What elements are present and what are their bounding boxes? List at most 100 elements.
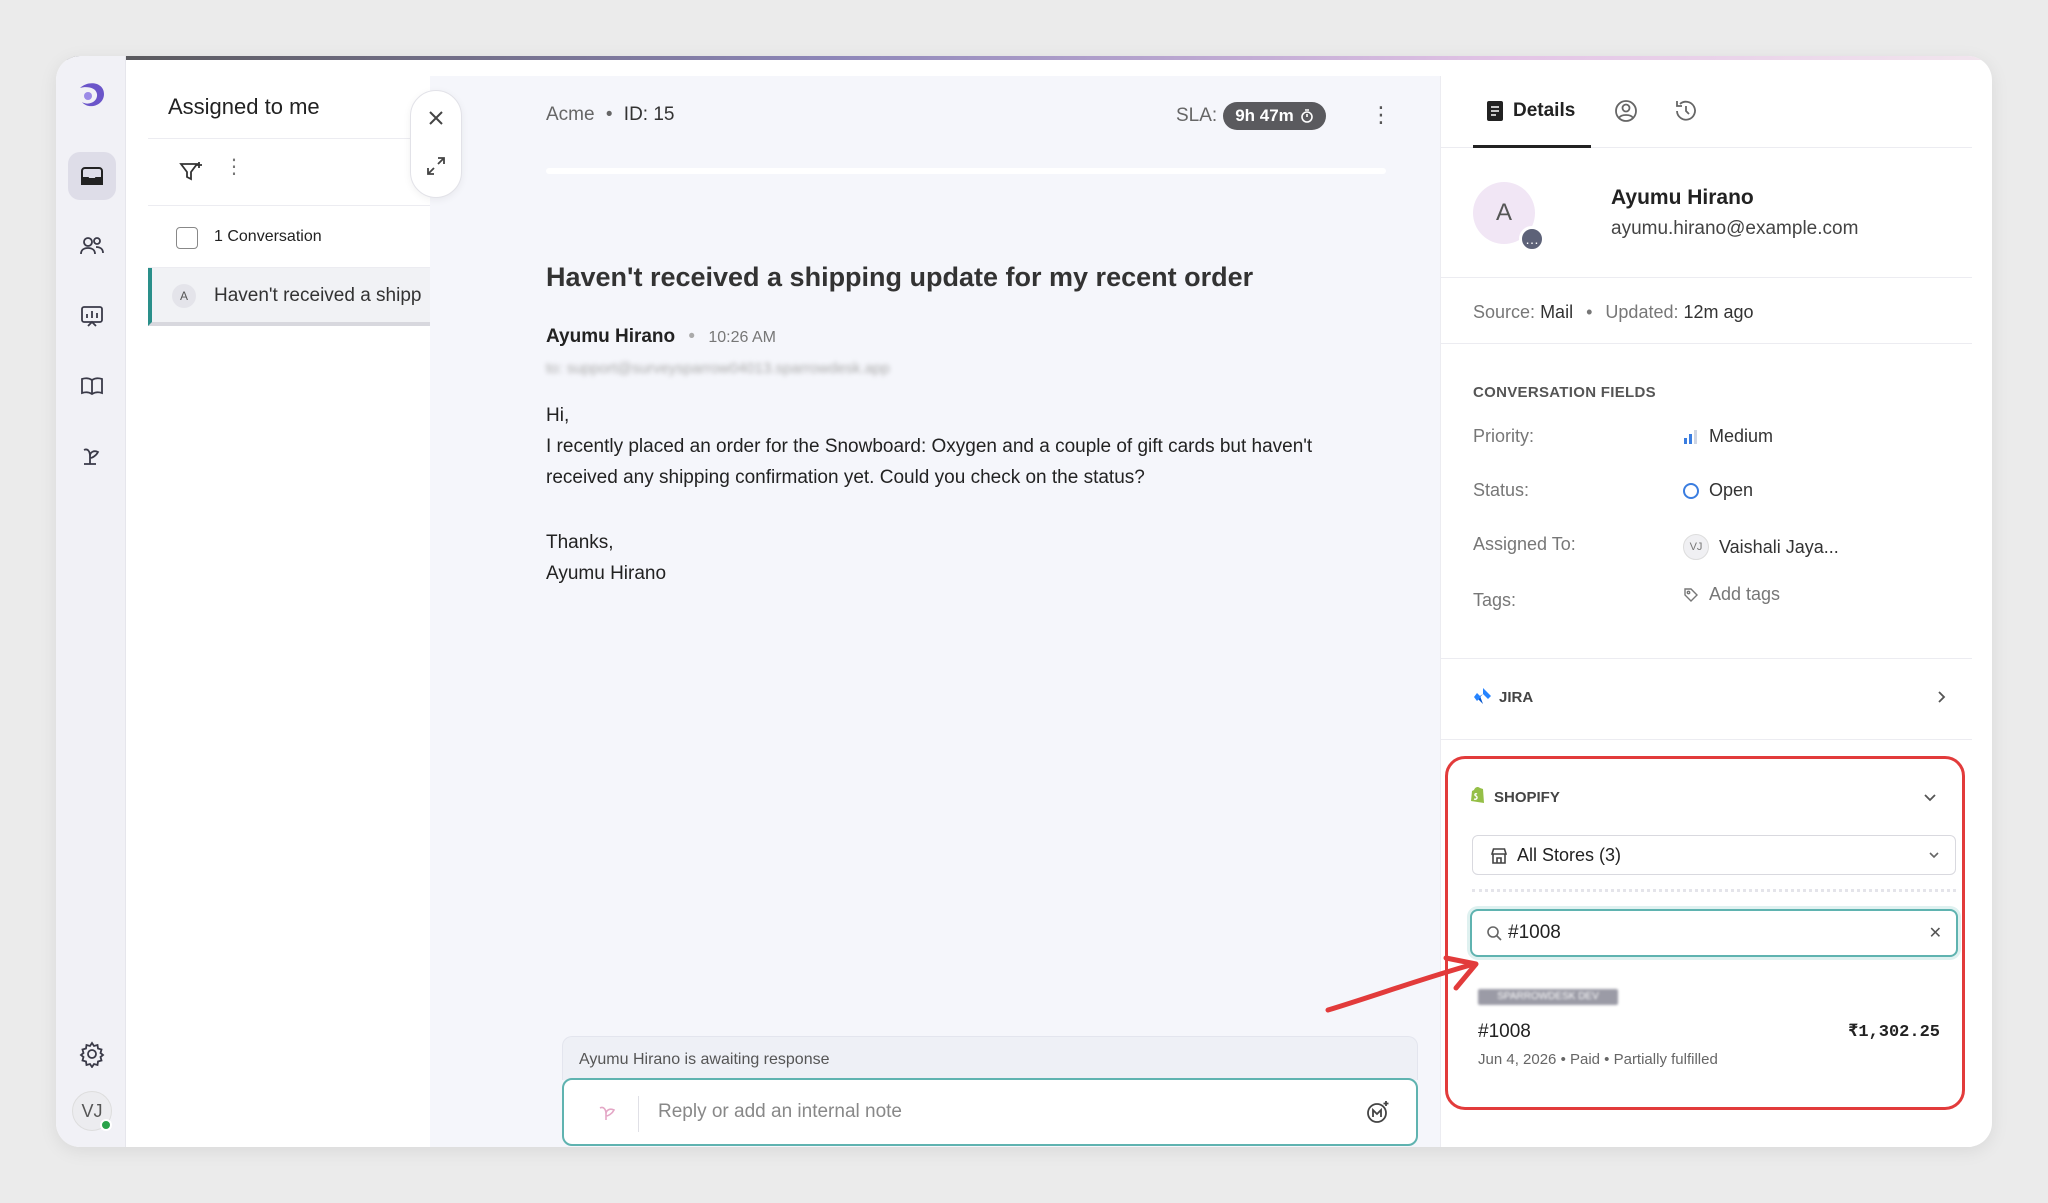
order-id[interactable]: #1008 — [1478, 1021, 1531, 1043]
list-toolbar: ⋮ — [148, 138, 443, 206]
app-window: VJ Assigned to me ⋮ 1 Conversation A Hav… — [56, 56, 1992, 1147]
contact-name[interactable]: Ayumu Hirano — [1611, 186, 1754, 210]
details-icon — [1487, 100, 1503, 121]
message-signature: Ayumu Hirano — [546, 563, 667, 584]
top-gradient-bar — [56, 56, 1992, 60]
message-body: Hi, I recently placed an order for the S… — [546, 400, 1376, 589]
select-all-checkbox[interactable] — [176, 227, 198, 249]
status-label: Status: — [1473, 480, 1530, 500]
priority-medium-icon — [1684, 429, 1697, 444]
conversation-id: ID: 15 — [623, 104, 675, 125]
composer-divider — [638, 1096, 639, 1132]
store-select[interactable]: All Stores (3) — [1472, 835, 1956, 875]
sparrow-ai-icon[interactable] — [596, 1102, 618, 1124]
shopify-logo-icon — [1471, 786, 1484, 803]
rail-settings-button[interactable] — [68, 1030, 116, 1078]
timer-icon — [1300, 109, 1313, 123]
jira-logo-icon — [1474, 688, 1491, 704]
order-search-input[interactable] — [1508, 911, 1908, 955]
sla-indicator: SLA: 9h 47m — [1176, 102, 1326, 130]
expand-icon[interactable] — [425, 155, 447, 177]
breadcrumb: Acme • ID: 15 — [546, 104, 675, 125]
message-author-line: Ayumu Hirano • 10:26 AM — [546, 326, 776, 347]
gear-icon — [79, 1041, 105, 1068]
reply-composer[interactable] — [562, 1078, 1418, 1146]
contact-email[interactable]: ayumu.hirano@example.com — [1611, 218, 1858, 240]
jira-integration-row[interactable]: JIRA — [1441, 658, 1972, 740]
ai-compose-icon[interactable] — [1364, 1098, 1392, 1126]
assignee-avatar: VJ — [1683, 534, 1709, 560]
message-spacer — [546, 493, 1376, 527]
close-icon[interactable] — [425, 107, 447, 129]
updated-value: 12m ago — [1683, 302, 1754, 322]
assignee-select[interactable]: VJ Vaishali Jaya... — [1683, 534, 1839, 560]
select-chevron-icon — [1929, 852, 1939, 859]
status-open-icon — [1683, 482, 1699, 499]
assigned-label: Assigned To: — [1473, 534, 1576, 554]
header-divider — [546, 168, 1386, 174]
message-time: 10:26 AM — [708, 329, 776, 346]
list-title: Assigned to me — [168, 94, 320, 119]
priority-value: Medium — [1709, 426, 1774, 446]
priority-select[interactable]: Medium — [1683, 426, 1773, 447]
contact-channel-icon: … — [1519, 226, 1545, 252]
message-recipient: to: support@surveysparrow04013.sparrowde… — [546, 360, 890, 377]
tags-label: Tags: — [1473, 590, 1517, 610]
store-icon — [1490, 848, 1508, 864]
clear-search-icon[interactable]: ✕ — [1929, 923, 1942, 943]
details-panel: Details A … Ayumu Hirano ayumu.hirano@ex… — [1440, 76, 1972, 1147]
reports-icon — [81, 306, 103, 327]
jira-label: JIRA — [1499, 689, 1534, 706]
list-item[interactable]: A Haven't received a shipp — [148, 268, 443, 326]
assigned-field: Assigned To: VJ Vaishali Jaya... — [1473, 530, 1953, 560]
message-greeting: Hi, — [546, 405, 570, 426]
tab-details[interactable]: Details — [1473, 76, 1591, 148]
panel-controls — [410, 90, 462, 198]
chevron-down-icon[interactable] — [1920, 787, 1940, 807]
contact-profile-icon[interactable] — [1613, 98, 1639, 124]
tab-details-label: Details — [1513, 99, 1576, 121]
order-meta: Jun 4, 2026 • Paid • Partially fulfilled — [1478, 1051, 1718, 1068]
online-status-dot — [100, 1119, 112, 1131]
contact-card: A … Ayumu Hirano ayumu.hirano@example.co… — [1441, 148, 1972, 278]
rail-ai-agent-button[interactable] — [68, 432, 116, 480]
priority-field: Priority: Medium — [1473, 422, 1953, 452]
sla-label: SLA: — [1176, 105, 1218, 126]
conversation-header: Acme • ID: 15 SLA: 9h 47m ⋮ — [546, 96, 1392, 136]
knowledge-base-icon — [81, 377, 103, 396]
status-value: Open — [1709, 480, 1754, 500]
store-select-value: All Stores (3) — [1517, 844, 1622, 865]
search-icon — [1487, 926, 1502, 941]
list-more-icon[interactable]: ⋮ — [224, 157, 244, 177]
status-select[interactable]: Open — [1683, 480, 1753, 501]
conversation-avatar: A — [172, 284, 196, 308]
app-logo-icon[interactable] — [74, 78, 110, 114]
conversation-subject-title: Haven't received a shipping update for m… — [546, 262, 1254, 292]
rail-reports-button[interactable] — [68, 292, 116, 340]
conversation-meta: Source: Mail • Updated: 12m ago — [1441, 278, 1972, 344]
filter-add-icon[interactable] — [178, 159, 204, 185]
conversation-fields-title: CONVERSATION FIELDS — [1473, 384, 1656, 401]
chevron-right-icon — [1938, 691, 1946, 703]
source-value: Mail — [1540, 302, 1574, 322]
add-tags-button[interactable]: Add tags — [1683, 584, 1780, 605]
reply-input[interactable] — [658, 1080, 1338, 1144]
conversation-more-icon[interactable]: ⋮ — [1370, 102, 1392, 128]
conversation-subject: Haven't received a shipp — [214, 285, 422, 306]
updated-label: Updated: — [1605, 302, 1679, 322]
message-paragraph: I recently placed an order for the Snowb… — [546, 436, 1313, 488]
conversation-list-panel: Assigned to me ⋮ 1 Conversation A Haven'… — [148, 76, 444, 1147]
conversation-count: 1 Conversation — [214, 228, 322, 245]
message-signoff: Thanks, — [546, 532, 614, 553]
rail-contacts-button[interactable] — [68, 222, 116, 270]
order-search-field[interactable]: ✕ — [1470, 909, 1958, 957]
ai-agent-icon — [83, 448, 100, 465]
history-icon[interactable] — [1673, 98, 1699, 124]
tag-icon — [1684, 587, 1698, 602]
contacts-icon — [80, 237, 104, 255]
order-total: ₹1,302.25 — [1848, 1023, 1940, 1042]
rail-knowledge-button[interactable] — [68, 362, 116, 410]
sla-badge[interactable]: 9h 47m — [1223, 102, 1326, 130]
sla-value: 9h 47m — [1235, 106, 1294, 125]
rail-inbox-button[interactable] — [68, 152, 116, 200]
